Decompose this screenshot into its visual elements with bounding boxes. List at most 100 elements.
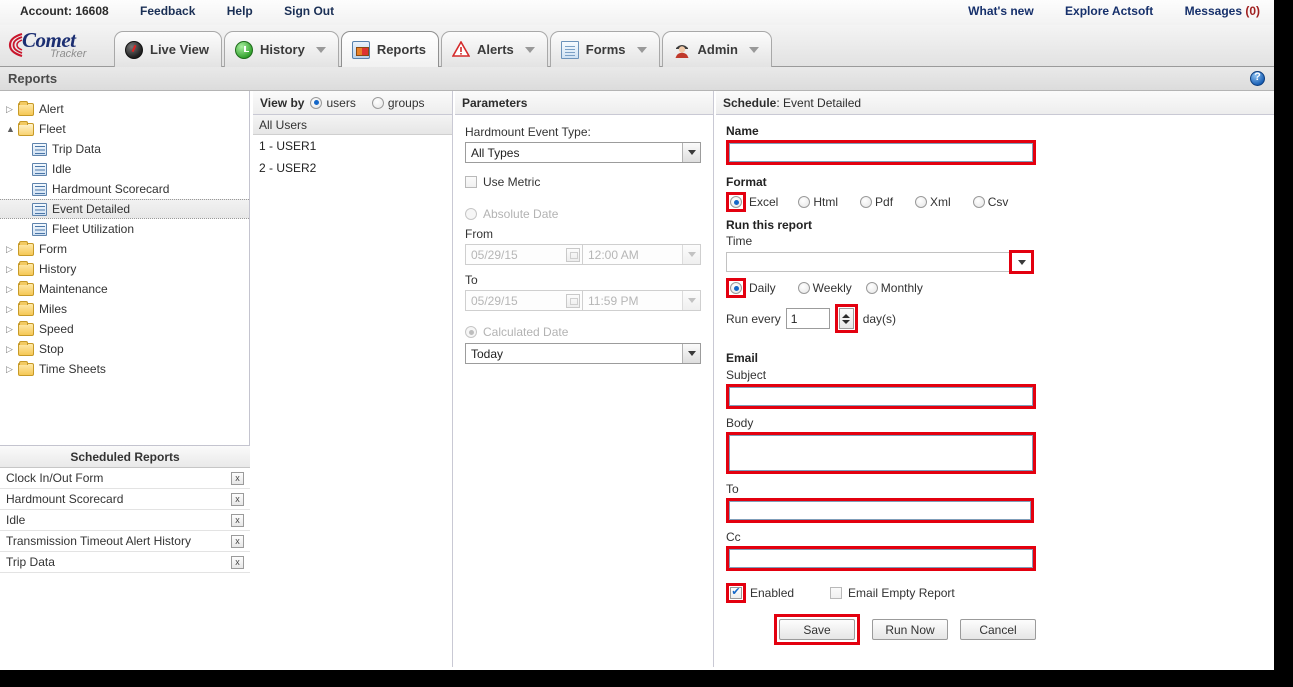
chevron-right-icon[interactable]: ▷ — [6, 244, 18, 254]
chevron-right-icon[interactable]: ▷ — [6, 344, 18, 354]
frequency-option-weekly[interactable]: Weekly — [797, 281, 852, 295]
body-input[interactable] — [729, 435, 1033, 471]
run-every-spinner[interactable] — [838, 308, 854, 329]
comet-tracker-logo[interactable]: Comet Tracker — [6, 27, 114, 65]
format-option-csv[interactable]: Csv — [972, 195, 1008, 209]
explore-actsoft-link[interactable]: Explore Actsoft — [1065, 4, 1153, 18]
chevron-down-icon[interactable] — [636, 46, 647, 53]
email-empty-report-checkbox[interactable] — [830, 587, 843, 599]
frequency-option-daily[interactable]: Daily — [726, 278, 776, 298]
chevron-down-icon[interactable] — [315, 46, 326, 53]
event-type-select[interactable]: All Types — [465, 142, 701, 163]
absolute-date-radio[interactable] — [465, 208, 477, 220]
use-metric-row[interactable]: Use Metric — [465, 175, 701, 189]
feedback-link[interactable]: Feedback — [140, 4, 195, 18]
radio-csv-icon[interactable] — [972, 196, 985, 208]
tree-item-history[interactable]: ▷ History — [0, 259, 249, 279]
radio-monthly-icon[interactable] — [865, 282, 878, 294]
messages-link[interactable]: Messages (0) — [1185, 4, 1260, 18]
tree-item-trip-data[interactable]: Trip Data — [0, 139, 249, 159]
time-input[interactable] — [726, 252, 1014, 272]
frequency-highlight[interactable] — [726, 278, 746, 298]
view-by-groups-radio[interactable]: groups — [371, 96, 425, 110]
format-option-html[interactable]: Html — [798, 195, 838, 209]
chevron-down-icon[interactable] — [524, 46, 535, 53]
tree-item-fleet[interactable]: ▲ Fleet — [0, 119, 249, 139]
from-date-input[interactable]: 05/29/15 — [465, 244, 583, 265]
enabled-checkbox[interactable] — [730, 585, 742, 599]
scheduled-report-row[interactable]: Idle x — [0, 510, 250, 531]
view-by-users-radio[interactable]: users — [310, 96, 356, 110]
tree-item-fleet-utilization[interactable]: Fleet Utilization — [0, 219, 249, 239]
radio-daily-icon[interactable] — [730, 282, 742, 294]
chevron-down-icon[interactable] — [1017, 259, 1026, 265]
tree-item-alert[interactable]: ▷ Alert — [0, 99, 249, 119]
chevron-down-icon[interactable] — [682, 291, 700, 310]
format-highlight[interactable] — [726, 192, 746, 212]
delete-icon[interactable]: x — [231, 492, 244, 506]
tree-item-event-detailed[interactable]: Event Detailed — [0, 199, 249, 219]
time-dropdown-highlight[interactable] — [1009, 250, 1034, 274]
delete-icon[interactable]: x — [231, 555, 244, 569]
chevron-down-icon[interactable] — [682, 143, 700, 162]
spinner-up-icon[interactable] — [842, 313, 851, 318]
calendar-icon[interactable] — [566, 248, 580, 262]
chevron-right-icon[interactable]: ▷ — [6, 264, 18, 274]
format-option-xml[interactable]: Xml — [915, 195, 951, 209]
chevron-down-icon[interactable] — [682, 344, 700, 363]
tab-live-view[interactable]: Live View — [114, 31, 223, 67]
tab-history[interactable]: History — [224, 31, 339, 67]
calculated-date-row[interactable]: Calculated Date — [465, 325, 701, 339]
chevron-right-icon[interactable]: ▷ — [6, 324, 18, 334]
format-option-pdf[interactable]: Pdf — [860, 195, 893, 209]
calculated-date-radio[interactable] — [465, 326, 477, 338]
tree-item-hardmount-scorecard[interactable]: Hardmount Scorecard — [0, 179, 249, 199]
use-metric-checkbox[interactable] — [465, 176, 477, 188]
from-time-select[interactable]: 12:00 AM — [583, 244, 701, 265]
scheduled-report-row[interactable]: Hardmount Scorecard x — [0, 489, 250, 510]
name-input[interactable] — [729, 143, 1033, 162]
scheduled-report-row[interactable]: Clock In/Out Form x — [0, 468, 250, 489]
whats-new-link[interactable]: What's new — [968, 4, 1034, 18]
tree-item-form[interactable]: ▷ Form — [0, 239, 249, 259]
radio-weekly-icon[interactable] — [797, 282, 810, 294]
cc-input[interactable] — [729, 549, 1033, 568]
chevron-down-icon[interactable] — [682, 245, 700, 264]
radio-xml-icon[interactable] — [915, 196, 928, 208]
delete-icon[interactable]: x — [231, 513, 244, 527]
absolute-date-row[interactable]: Absolute Date — [465, 207, 701, 221]
tree-item-time-sheets[interactable]: ▷ Time Sheets — [0, 359, 249, 379]
user-list-item[interactable]: 1 - USER1 — [253, 135, 452, 157]
tree-item-miles[interactable]: ▷ Miles — [0, 299, 249, 319]
calculated-date-select[interactable]: Today — [465, 343, 701, 364]
chevron-right-icon[interactable]: ▷ — [6, 104, 18, 114]
run-now-button[interactable]: Run Now — [872, 619, 948, 640]
user-list-item[interactable]: 2 - USER2 — [253, 157, 452, 179]
radio-users-icon[interactable] — [310, 96, 323, 109]
tree-item-idle[interactable]: Idle — [0, 159, 249, 179]
chevron-down-icon[interactable] — [748, 46, 759, 53]
run-every-input[interactable] — [785, 308, 830, 329]
tree-item-speed[interactable]: ▷ Speed — [0, 319, 249, 339]
tree-item-maintenance[interactable]: ▷ Maintenance — [0, 279, 249, 299]
chevron-right-icon[interactable]: ▷ — [6, 364, 18, 374]
save-button[interactable]: Save — [779, 619, 855, 640]
account-link[interactable]: Account: 16608 — [20, 4, 109, 18]
scheduled-report-row[interactable]: Trip Data x — [0, 552, 250, 573]
calendar-icon[interactable] — [566, 294, 580, 308]
to-time-select[interactable]: 11:59 PM — [583, 290, 701, 311]
sign-out-link[interactable]: Sign Out — [284, 4, 334, 18]
format-option-excel[interactable]: Excel — [726, 192, 778, 212]
cancel-button[interactable]: Cancel — [960, 619, 1036, 640]
frequency-option-monthly[interactable]: Monthly — [865, 281, 923, 295]
save-button-highlight[interactable]: Save — [774, 614, 860, 645]
tree-item-stop[interactable]: ▷ Stop — [0, 339, 249, 359]
tab-forms[interactable]: Forms — [549, 31, 660, 67]
help-link[interactable]: Help — [227, 4, 253, 18]
chevron-right-icon[interactable]: ▷ — [6, 304, 18, 314]
delete-icon[interactable]: x — [231, 534, 244, 548]
chevron-right-icon[interactable]: ▷ — [6, 284, 18, 294]
radio-html-icon[interactable] — [798, 196, 811, 208]
to-date-input[interactable]: 05/29/15 — [465, 290, 583, 311]
chevron-down-icon[interactable]: ▲ — [6, 124, 18, 134]
